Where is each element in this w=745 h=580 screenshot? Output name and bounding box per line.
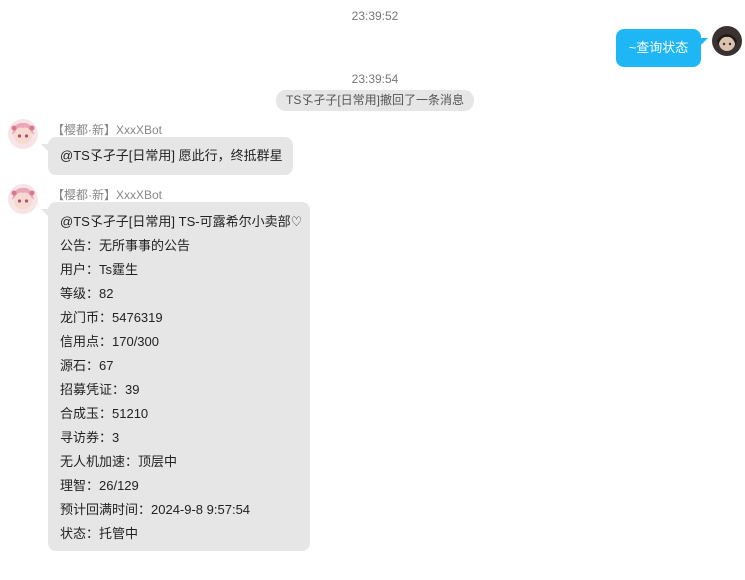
bubble-tail [41, 144, 48, 151]
status-line: 理智：26/129 [60, 478, 139, 493]
status-line: 招募凭证：39 [60, 382, 140, 397]
sender-nickname: XxxXBot [116, 123, 163, 137]
status-line: 用户：Ts霆生 [60, 262, 139, 277]
status-line: 合成玉：51210 [60, 406, 149, 421]
recall-notice: TS孓孑子[日常用]撤回了一条消息 [276, 90, 474, 111]
outgoing-message-text: ~查询状态 [628, 40, 689, 55]
status-line: @TS孓孑子[日常用] TS-可露希尔小卖部♡ [60, 214, 303, 229]
user-avatar[interactable] [712, 26, 742, 56]
timestamp: 23:39:54 [351, 72, 399, 86]
status-line: 信用点：170/300 [60, 334, 159, 349]
sender-tag: 【樱都·新】 [52, 123, 116, 137]
sender-name: 【樱都·新】XxxXBot [52, 186, 162, 203]
status-line: 等级：82 [60, 286, 114, 301]
incoming-message-bubble[interactable]: @TS孓孑子[日常用] 愿此行，终抵群星 [48, 137, 293, 175]
status-message-bubble[interactable]: @TS孓孑子[日常用] TS-可露希尔小卖部♡ 公告：无所事事的公告 用户：Ts… [48, 202, 310, 551]
bot-avatar[interactable] [8, 119, 38, 149]
bubble-tail [41, 209, 48, 216]
status-line: 状态：托管中 [60, 526, 139, 541]
outgoing-message-bubble[interactable]: ~查询状态 [616, 29, 701, 67]
sender-nickname: XxxXBot [116, 188, 163, 202]
timestamp: 23:39:52 [351, 9, 399, 23]
status-line: 源石：67 [60, 358, 114, 373]
status-line: 公告：无所事事的公告 [60, 238, 191, 253]
incoming-message-text: @TS孓孑子[日常用] 愿此行，终抵群星 [60, 148, 283, 163]
status-line: 龙门币：5476319 [60, 310, 163, 325]
status-line: 寻访券：3 [60, 430, 120, 445]
sender-name: 【樱都·新】XxxXBot [52, 121, 162, 138]
bubble-tail [701, 38, 708, 45]
status-line: 无人机加速：顶层中 [60, 454, 178, 469]
sender-tag: 【樱都·新】 [52, 188, 116, 202]
bot-avatar[interactable] [8, 184, 38, 214]
status-line: 预计回满时间：2024-9-8 9:57:54 [60, 502, 251, 517]
